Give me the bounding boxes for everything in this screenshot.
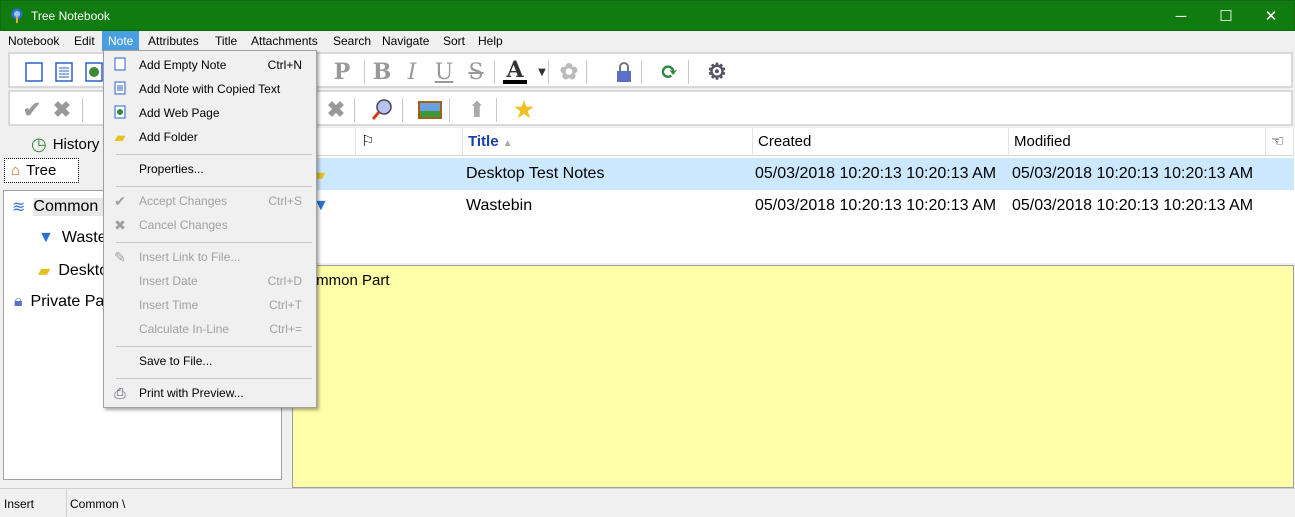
column-chooser[interactable]: ☜ xyxy=(1266,128,1294,156)
add-note-copied-text-icon[interactable] xyxy=(52,60,76,84)
settings-gear-icon[interactable]: ⚙ xyxy=(705,59,729,85)
title-bar: Tree Notebook ─ ☐ ✕ xyxy=(0,0,1295,31)
star-icon[interactable]: ★ xyxy=(512,97,536,123)
menu-item-insert-link: ✎ Insert Link to File... xyxy=(106,245,314,269)
menu-item-accept-changes: ✔ Accept Changes Ctrl+S xyxy=(106,189,314,213)
printer-icon: ⎙ xyxy=(114,385,126,401)
minimize-button[interactable]: ─ xyxy=(1158,1,1204,31)
chevron-down-icon[interactable]: ▼ xyxy=(530,60,554,84)
menu-navigate[interactable]: Navigate xyxy=(376,31,435,51)
font-color-icon[interactable]: A xyxy=(503,57,527,84)
search-magnifier-icon[interactable] xyxy=(370,98,394,122)
paragraph-icon[interactable]: P xyxy=(330,59,354,85)
menu-attributes[interactable]: Attributes xyxy=(142,31,205,51)
up-arrow-icon[interactable]: ⬆ xyxy=(465,97,489,123)
column-title[interactable]: Title ▲ xyxy=(463,128,753,156)
status-mode: Insert xyxy=(4,497,35,511)
menu-bar: Notebook Edit Note Attributes Title Atta… xyxy=(1,31,1294,51)
column-flag[interactable]: ⚐ xyxy=(356,128,463,156)
table-row[interactable]: ▼ Wastebin 05/03/2018 10:20:13 10:20:13 … xyxy=(293,190,1294,222)
menu-search[interactable]: Search xyxy=(327,31,377,51)
menu-title[interactable]: Title xyxy=(209,31,243,51)
menu-notebook[interactable]: Notebook xyxy=(2,31,65,51)
check-icon: ✔ xyxy=(114,193,126,209)
empty-note-icon xyxy=(112,57,128,73)
sort-ascending-icon: ▲ xyxy=(502,138,513,149)
lock-icon[interactable] xyxy=(612,60,636,84)
menu-sort[interactable]: Sort xyxy=(437,31,471,51)
column-modified[interactable]: Modified xyxy=(1009,128,1266,156)
menu-item-insert-date: Insert Date Ctrl+D xyxy=(139,274,302,288)
text-note-icon xyxy=(112,81,128,97)
menu-item-calculate-inline: Calculate In-Line Ctrl+= xyxy=(139,322,302,336)
table-row[interactable]: ▰ Desktop Test Notes 05/03/2018 10:20:13… xyxy=(293,158,1294,190)
tree-node-private[interactable]: 🔒︎ Private Part xyxy=(14,293,114,311)
add-empty-note-icon[interactable] xyxy=(22,60,46,84)
menu-attachments[interactable]: Attachments xyxy=(245,31,324,51)
notes-list: ⚐ Title ▲ Created Modified ☜ ▰ Desktop T… xyxy=(292,128,1295,263)
menu-item-print-preview[interactable]: ⎙ Print with Preview... xyxy=(106,381,314,405)
status-bar: Insert Common \ xyxy=(0,488,1295,517)
folder-icon: ▰ xyxy=(38,263,51,280)
image-icon[interactable] xyxy=(418,98,442,122)
web-page-icon xyxy=(112,105,128,121)
cancel-x-icon[interactable]: ✖ xyxy=(50,97,74,123)
menu-item-add-empty-note[interactable]: Add Empty Note Ctrl+N xyxy=(106,53,314,77)
x-icon: ✖ xyxy=(114,217,126,233)
menu-edit[interactable]: Edit xyxy=(68,31,101,51)
link-icon: ✎ xyxy=(114,249,126,265)
status-path: Common \ xyxy=(70,497,126,511)
strikethrough-icon[interactable]: S xyxy=(464,60,488,85)
menu-item-insert-time: Insert Time Ctrl+T xyxy=(139,298,302,312)
folder-icon: ▰ xyxy=(114,129,126,145)
wastebin-icon: ▼ xyxy=(38,229,54,246)
accept-check-icon[interactable]: ✔ xyxy=(20,97,44,123)
menu-item-save-to-file[interactable]: Save to File... xyxy=(106,349,314,373)
menu-item-cancel-changes: ✖ Cancel Changes xyxy=(106,213,314,237)
house-icon: ⌂ xyxy=(11,162,21,179)
menu-item-add-folder[interactable]: ▰ Add Folder xyxy=(106,125,314,149)
menu-note[interactable]: Note xyxy=(102,31,140,51)
note-menu-dropdown: Add Empty Note Ctrl+N Add Note with Copie… xyxy=(103,50,317,408)
history-clock-icon: ◷ xyxy=(31,133,47,154)
menu-item-add-note-copied-text[interactable]: Add Note with Copied Text xyxy=(106,77,314,101)
bold-icon[interactable]: B xyxy=(370,59,394,85)
flower-icon[interactable]: ✿ xyxy=(557,59,581,85)
window-title: Tree Notebook xyxy=(31,9,110,23)
menu-item-add-web-page[interactable]: Add Web Page xyxy=(106,101,314,125)
lock-icon: 🔒︎ xyxy=(14,293,23,310)
tree-app-icon xyxy=(11,8,23,23)
hand-icon: ☜ xyxy=(1271,133,1285,150)
note-editor[interactable]: Common Part xyxy=(292,265,1294,488)
layers-icon: ≋ xyxy=(12,199,26,216)
refresh-icon[interactable]: ⟳ xyxy=(657,59,681,85)
menu-help[interactable]: Help xyxy=(472,31,509,51)
tree-tab[interactable]: ⌂ Tree xyxy=(4,158,79,183)
delete-x-icon[interactable]: ✖ xyxy=(324,97,348,123)
column-created[interactable]: Created xyxy=(753,128,1009,156)
close-button[interactable]: ✕ xyxy=(1248,1,1294,31)
underline-icon[interactable]: U xyxy=(432,60,456,85)
menu-item-properties[interactable]: Properties... xyxy=(106,157,314,181)
maximize-button[interactable]: ☐ xyxy=(1203,1,1249,31)
flag-icon: ⚐ xyxy=(361,133,375,150)
italic-icon[interactable]: I xyxy=(400,60,424,85)
